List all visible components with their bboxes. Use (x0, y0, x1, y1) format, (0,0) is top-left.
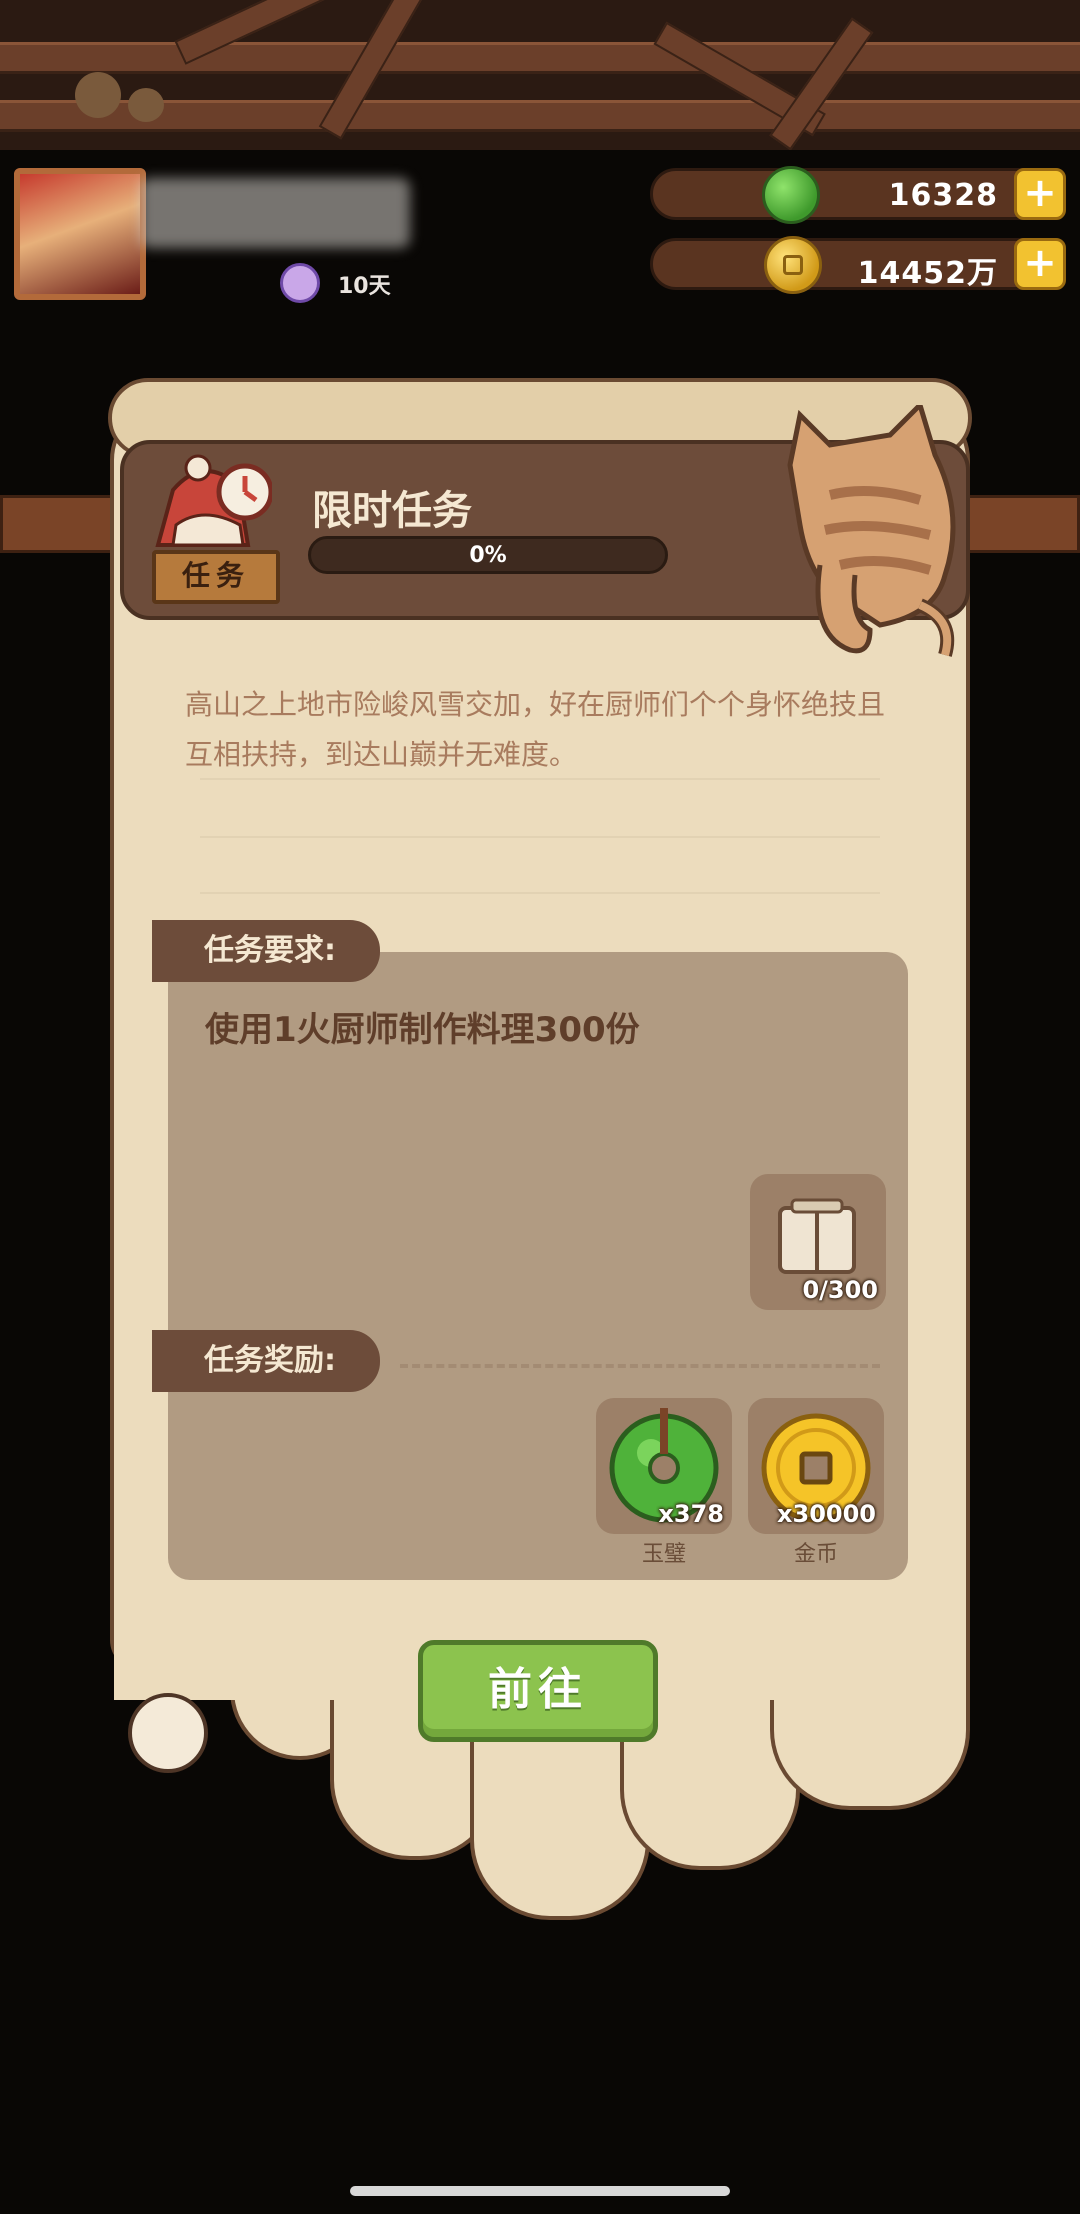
requirement-item[interactable]: 0/300 (750, 1174, 886, 1310)
requirement-count: 0/300 (802, 1276, 878, 1304)
add-jade-button[interactable]: + (1014, 168, 1066, 220)
go-button[interactable]: 前往 (418, 1640, 658, 1742)
requirement-text: 使用1火厨师制作料理300份 (205, 1010, 640, 1050)
home-indicator[interactable] (350, 2186, 730, 2196)
tabby-cat-icon (787, 405, 956, 657)
divider (200, 778, 880, 780)
divider (200, 892, 880, 894)
reward-name: 玉璧 (641, 1542, 686, 1567)
gold-amount: 14452万 (857, 256, 998, 291)
progress-text: 0% (469, 543, 507, 568)
reward-item-gold[interactable]: x30000 (748, 1398, 884, 1534)
reward-label: 任务奖励: (152, 1330, 380, 1392)
task-progress-bar: 0% (308, 536, 668, 574)
jade-currency-bar (650, 168, 1060, 220)
dashed-divider (400, 1364, 880, 1368)
task-description: 高山之上地市险峻风雪交加，好在厨师们个个身怀绝技且互相扶持，到达山巅并无难度。 (185, 688, 886, 771)
gold-coin-icon (764, 236, 822, 294)
chick-icon (128, 88, 164, 122)
requirement-label: 任务要求: (152, 920, 380, 982)
chef-hut-icon (155, 454, 272, 547)
gold-currency-bar (650, 238, 1060, 290)
vip-badge-icon (280, 263, 320, 303)
chick-icon (75, 72, 121, 118)
reward-item-jade[interactable]: x378 (596, 1398, 732, 1534)
player-name-plate (140, 178, 410, 248)
divider (200, 836, 880, 838)
ceiling-beams (0, 0, 1080, 150)
reward-count: x30000 (777, 1500, 876, 1528)
jade-disc-icon (762, 166, 820, 224)
player-avatar[interactable] (14, 168, 146, 300)
reward-count: x378 (658, 1500, 724, 1528)
add-gold-button[interactable]: + (1014, 238, 1066, 290)
dough-ball (128, 1693, 208, 1773)
task-title: 限时任务 (312, 488, 472, 534)
jade-amount: 16328 (888, 178, 998, 213)
days-counter: 10天 (338, 274, 391, 299)
reward-name: 金币 (793, 1542, 838, 1567)
task-badge: 任务 (152, 550, 280, 604)
